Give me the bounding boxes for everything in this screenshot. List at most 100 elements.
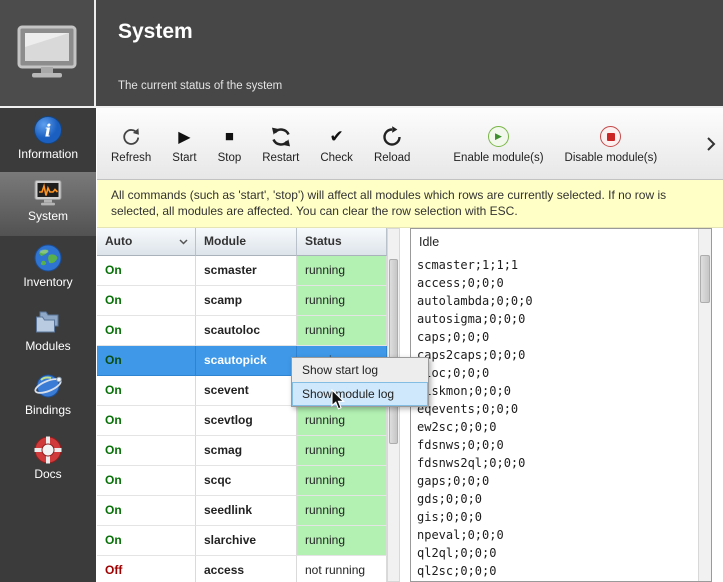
log-line: scmaster;1;1;1 bbox=[417, 256, 705, 274]
svg-text:i: i bbox=[45, 122, 51, 142]
toolbar-button-label: Refresh bbox=[111, 152, 151, 164]
refresh-button[interactable]: Refresh bbox=[111, 124, 151, 164]
play-icon: ▶ bbox=[178, 127, 190, 147]
menu-item-show-module-log[interactable]: Show module log bbox=[292, 382, 428, 406]
status-log-panel: Idle scmaster;1;1;1 access;0;0;0 autolam… bbox=[410, 228, 712, 582]
auto-cell: On bbox=[97, 526, 196, 556]
table-row[interactable]: On slarchive running bbox=[97, 526, 387, 556]
module-cell: scautopick bbox=[196, 346, 297, 376]
column-header-auto[interactable]: Auto bbox=[97, 228, 196, 256]
log-line: diskmon;0;0;0 bbox=[417, 382, 705, 400]
toolbar-button-label: Check bbox=[320, 152, 353, 164]
log-line: ql2sc;0;0;0 bbox=[417, 562, 705, 580]
column-header-status[interactable]: Status bbox=[297, 228, 387, 256]
header-logo-area bbox=[0, 0, 96, 106]
toolbar-button-label: Enable module(s) bbox=[453, 152, 543, 164]
log-panel-scrollbar[interactable] bbox=[698, 229, 711, 581]
restart-icon bbox=[269, 125, 293, 149]
log-line: autosigma;0;0;0 bbox=[417, 310, 705, 328]
log-lines: scmaster;1;1;1 access;0;0;0 autolambda;0… bbox=[411, 252, 711, 582]
check-button[interactable]: ✔ Check bbox=[320, 124, 353, 164]
refresh-icon bbox=[120, 126, 142, 148]
sidebar-item-label: Information bbox=[18, 147, 78, 161]
page-header: System The current status of the system bbox=[0, 0, 723, 106]
table-row[interactable]: On scamp running bbox=[97, 286, 387, 316]
scrollbar-thumb[interactable] bbox=[700, 255, 710, 303]
auto-cell: On bbox=[97, 316, 196, 346]
disable-modules-button[interactable]: Disable module(s) bbox=[565, 124, 658, 164]
column-header-module[interactable]: Module bbox=[196, 228, 297, 256]
enable-icon: ▶ bbox=[488, 126, 509, 147]
status-cell: running bbox=[297, 496, 387, 526]
network-globe-icon bbox=[33, 371, 63, 401]
mouse-cursor bbox=[331, 389, 347, 411]
auto-cell: On bbox=[97, 256, 196, 286]
sidebar-item-modules[interactable]: Modules bbox=[0, 300, 96, 364]
check-icon: ✔ bbox=[330, 127, 344, 147]
status-cell: running bbox=[297, 436, 387, 466]
log-line: fdsnws2ql;0;0;0 bbox=[417, 454, 705, 472]
sidebar-item-information[interactable]: i Information bbox=[0, 108, 96, 172]
scrollbar-thumb[interactable] bbox=[389, 259, 398, 444]
table-row[interactable]: On scqc running bbox=[97, 466, 387, 496]
log-line: gaps;0;0;0 bbox=[417, 472, 705, 490]
log-line: autolambda;0;0;0 bbox=[417, 292, 705, 310]
table-row[interactable]: On seedlink running bbox=[97, 496, 387, 526]
auto-cell: On bbox=[97, 406, 196, 436]
log-line: npeval;0;0;0 bbox=[417, 526, 705, 544]
sidebar: i Information System Inventory bbox=[0, 108, 96, 582]
chevron-down-icon bbox=[179, 239, 188, 245]
table-row[interactable]: On scautoloc running bbox=[97, 316, 387, 346]
auto-cell: On bbox=[97, 376, 196, 406]
stop-button[interactable]: ■ Stop bbox=[218, 124, 242, 164]
table-header-row: Auto Module Status bbox=[97, 228, 387, 256]
sidebar-item-inventory[interactable]: Inventory bbox=[0, 236, 96, 300]
module-cell: scevent bbox=[196, 376, 297, 406]
disable-icon bbox=[600, 126, 621, 147]
toolbar-button-label: Start bbox=[172, 152, 196, 164]
menu-item-show-start-log[interactable]: Show start log bbox=[292, 358, 428, 382]
table-row[interactable]: On scmaster running bbox=[97, 256, 387, 286]
toolbar-button-label: Reload bbox=[374, 152, 410, 164]
table-row[interactable]: Off access not running bbox=[97, 556, 387, 582]
sidebar-item-bindings[interactable]: Bindings bbox=[0, 364, 96, 428]
start-button[interactable]: ▶ Start bbox=[172, 124, 196, 164]
log-line: access;0;0;0 bbox=[417, 274, 705, 292]
log-line: dloc;0;0;0 bbox=[417, 364, 705, 382]
log-line: fdsnws;0;0;0 bbox=[417, 436, 705, 454]
stop-icon: ■ bbox=[225, 128, 234, 145]
auto-cell: On bbox=[97, 496, 196, 526]
module-cell: scamp bbox=[196, 286, 297, 316]
log-line: caps2caps;0;0;0 bbox=[417, 346, 705, 364]
status-cell: not running bbox=[297, 556, 387, 582]
toolbar-overflow-button[interactable] bbox=[702, 128, 720, 160]
table-row[interactable]: On scmag running bbox=[97, 436, 387, 466]
sidebar-item-docs[interactable]: Docs bbox=[0, 428, 96, 492]
context-menu: Show start log Show module log bbox=[291, 357, 429, 407]
info-icon: i bbox=[33, 115, 63, 145]
module-cell: scevtlog bbox=[196, 406, 297, 436]
sidebar-item-system[interactable]: System bbox=[0, 172, 96, 236]
enable-modules-button[interactable]: ▶ Enable module(s) bbox=[453, 124, 543, 164]
page-subtitle: The current status of the system bbox=[118, 80, 282, 92]
reload-icon bbox=[381, 126, 403, 148]
module-cell: scqc bbox=[196, 466, 297, 496]
auto-cell: On bbox=[97, 286, 196, 316]
restart-button[interactable]: Restart bbox=[262, 124, 299, 164]
sidebar-item-label: Inventory bbox=[23, 275, 72, 289]
status-cell: running bbox=[297, 466, 387, 496]
log-line: caps;0;0;0 bbox=[417, 328, 705, 346]
sidebar-item-label: Bindings bbox=[25, 403, 71, 417]
module-cell: seedlink bbox=[196, 496, 297, 526]
sidebar-item-label: Docs bbox=[34, 467, 61, 481]
module-cell: scmag bbox=[196, 436, 297, 466]
toolbar: Refresh ▶ Start ■ Stop Restart ✔ Check bbox=[97, 108, 723, 180]
log-line: eqevents;0;0;0 bbox=[417, 400, 705, 418]
info-banner: All commands (such as 'start', 'stop') w… bbox=[97, 180, 723, 228]
reload-button[interactable]: Reload bbox=[374, 124, 410, 164]
toolbar-button-label: Stop bbox=[218, 152, 242, 164]
module-cell: scmaster bbox=[196, 256, 297, 286]
computer-monitor-icon bbox=[15, 25, 79, 81]
scconfig-window: System The current status of the system … bbox=[0, 0, 723, 582]
lifebuoy-icon bbox=[33, 435, 63, 465]
